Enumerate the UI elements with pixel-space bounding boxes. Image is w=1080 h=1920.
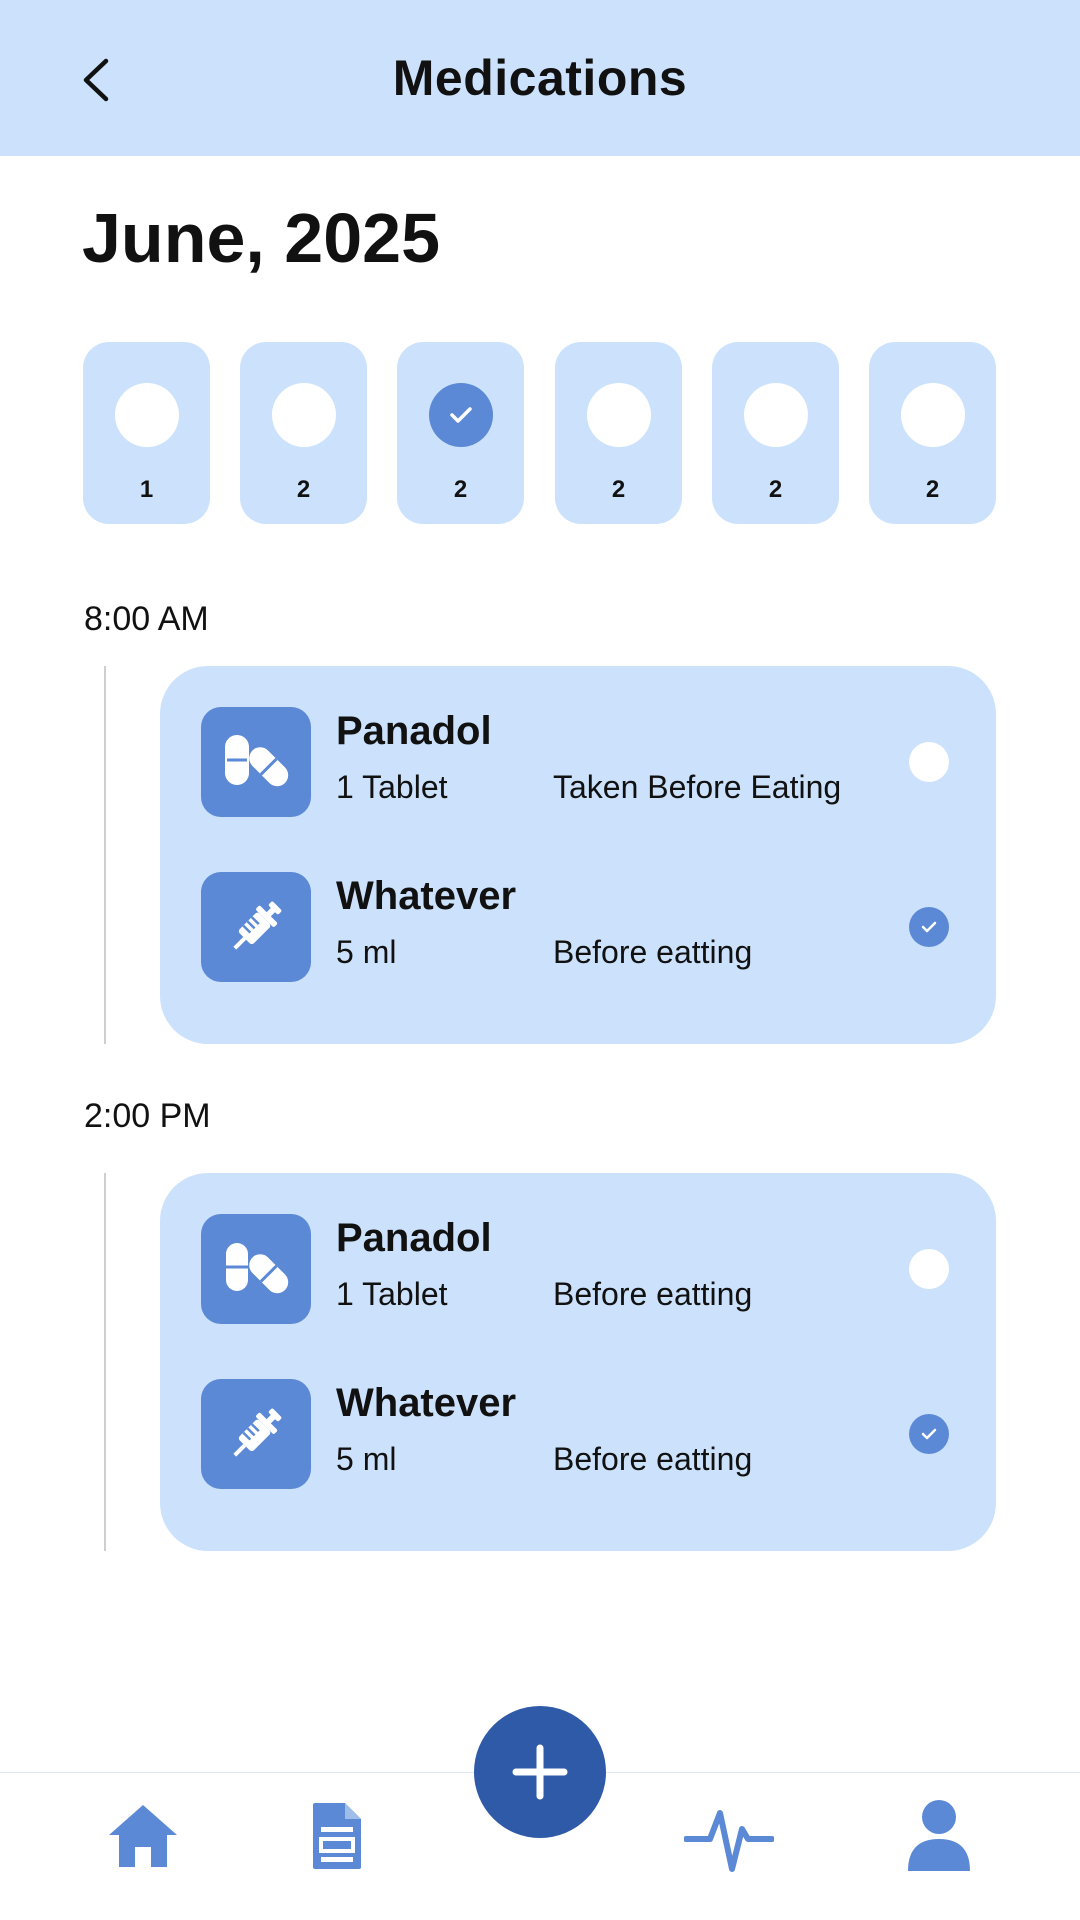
timeline-line bbox=[104, 1173, 106, 1551]
check-icon bbox=[921, 921, 937, 933]
taken-checkbox[interactable] bbox=[909, 1414, 949, 1454]
medication-note: Before eatting bbox=[553, 1441, 753, 1477]
medication-item[interactable]: Whatever 5 ml Before eatting bbox=[201, 872, 961, 982]
day-number: 2 bbox=[768, 476, 783, 503]
profile-icon bbox=[908, 1800, 970, 1871]
day-tile[interactable]: 2 bbox=[240, 342, 367, 524]
day-tile[interactable]: 1 bbox=[83, 342, 210, 524]
heartbeat-icon bbox=[684, 1810, 774, 1872]
check-icon bbox=[450, 407, 472, 423]
medication-note: Taken Before Eating bbox=[553, 769, 842, 805]
medication-item[interactable]: Whatever 5 ml Before eatting bbox=[201, 1379, 961, 1489]
day-number: 2 bbox=[925, 476, 940, 503]
day-number: 2 bbox=[611, 476, 626, 503]
syringe-icon bbox=[201, 1379, 311, 1489]
medication-note: Before eatting bbox=[553, 1276, 753, 1312]
medication-dose: 1 Tablet bbox=[336, 769, 448, 805]
taken-checkbox[interactable] bbox=[909, 742, 949, 782]
time-label: 2:00 PM bbox=[84, 1097, 211, 1135]
day-tile[interactable]: 2 bbox=[869, 342, 996, 524]
medication-name: Panadol bbox=[336, 709, 492, 753]
day-status-circle bbox=[744, 383, 808, 447]
medication-item[interactable]: Panadol 1 Tablet Taken Before Eating bbox=[201, 707, 961, 817]
day-strip: 1 2 2 2 2 2 bbox=[83, 342, 996, 524]
nav-profile[interactable] bbox=[894, 1791, 984, 1881]
time-label: 8:00 AM bbox=[84, 600, 209, 638]
month-label: June, 2025 bbox=[82, 199, 440, 277]
pills-icon bbox=[201, 1214, 311, 1324]
day-status-circle bbox=[115, 383, 179, 447]
taken-checkbox[interactable] bbox=[909, 1249, 949, 1289]
day-status-circle bbox=[587, 383, 651, 447]
check-icon bbox=[921, 1428, 937, 1440]
day-tile[interactable]: 2 bbox=[397, 342, 524, 524]
medication-dose: 1 Tablet bbox=[336, 1276, 448, 1312]
medication-name: Whatever bbox=[336, 1381, 517, 1425]
add-medication-button[interactable] bbox=[474, 1706, 606, 1838]
day-status-circle bbox=[429, 383, 493, 447]
day-number: 2 bbox=[296, 476, 311, 503]
nav-home[interactable] bbox=[98, 1791, 188, 1881]
plus-icon bbox=[512, 1744, 568, 1800]
day-tile[interactable]: 2 bbox=[555, 342, 682, 524]
pills-icon bbox=[201, 707, 311, 817]
page-title: Medications bbox=[392, 50, 688, 106]
medication-card: Panadol 1 Tablet Before eatting Whatever… bbox=[160, 1173, 996, 1551]
day-number: 2 bbox=[453, 476, 468, 503]
day-status-circle bbox=[272, 383, 336, 447]
day-tile[interactable]: 2 bbox=[712, 342, 839, 524]
app-header: Medications bbox=[0, 0, 1080, 156]
nav-documents[interactable] bbox=[292, 1791, 382, 1881]
document-icon bbox=[313, 1803, 361, 1869]
syringe-icon bbox=[201, 872, 311, 982]
home-icon bbox=[109, 1805, 177, 1867]
medication-note: Before eatting bbox=[553, 934, 753, 970]
medication-name: Panadol bbox=[336, 1216, 492, 1260]
day-status-circle bbox=[901, 383, 965, 447]
medication-item[interactable]: Panadol 1 Tablet Before eatting bbox=[201, 1214, 961, 1324]
medication-dose: 5 ml bbox=[336, 1441, 397, 1477]
medication-dose: 5 ml bbox=[336, 934, 397, 970]
timeline-line bbox=[104, 666, 106, 1044]
nav-health[interactable] bbox=[684, 1791, 774, 1881]
taken-checkbox[interactable] bbox=[909, 907, 949, 947]
medication-card: Panadol 1 Tablet Taken Before Eating Wha… bbox=[160, 666, 996, 1044]
medication-name: Whatever bbox=[336, 874, 517, 918]
day-number: 1 bbox=[139, 476, 154, 503]
